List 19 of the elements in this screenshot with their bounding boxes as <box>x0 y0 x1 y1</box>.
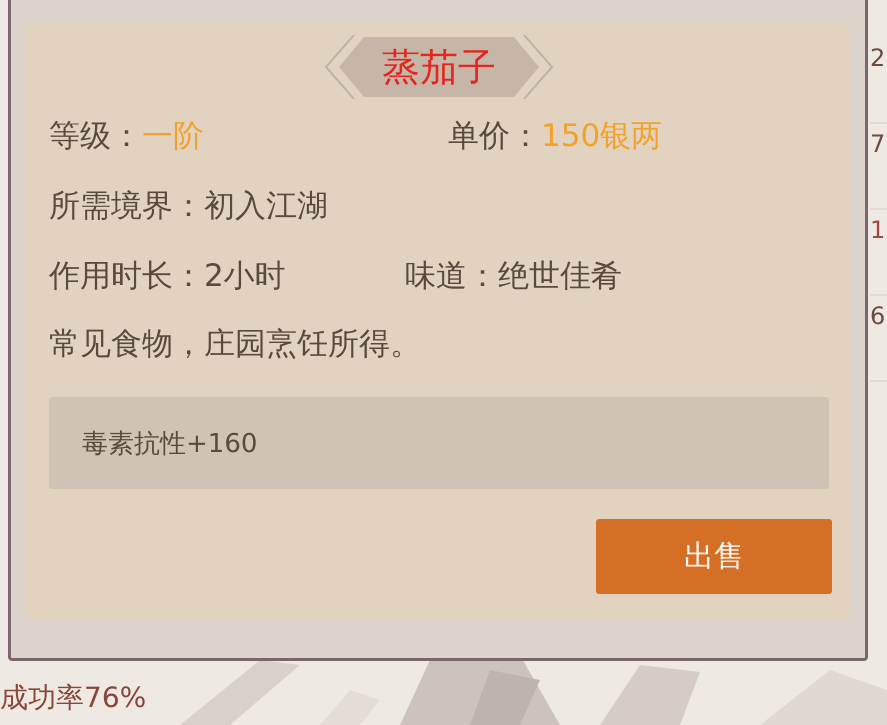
table-cell: 7 <box>870 124 887 210</box>
field-value: 150银两 <box>541 118 662 154</box>
field-value: 初入江湖 <box>204 187 328 226</box>
field-value: 一阶 <box>142 118 204 154</box>
table-cell: 2 <box>870 38 887 124</box>
sell-button[interactable]: 出售 <box>596 519 832 594</box>
table-cell: 6 <box>870 296 887 382</box>
description-text: 常见食物，庄园烹饪所得。 <box>49 325 422 364</box>
field-label: 作用时长： <box>49 258 204 294</box>
field-label: 单价： <box>448 118 541 154</box>
field-label: 味道： <box>405 258 498 294</box>
success-rate-text: 成功率76% <box>0 680 146 716</box>
item-title: 蒸茄子 <box>382 44 496 90</box>
field-value: 绝世佳肴 <box>498 258 622 294</box>
field-value: 2小时 <box>204 258 286 294</box>
table-cell: 1 <box>870 210 887 296</box>
field-label: 所需境界： <box>49 187 204 226</box>
effect-text: 毒素抗性+160 <box>49 397 829 489</box>
field-label: 等级： <box>49 118 142 154</box>
